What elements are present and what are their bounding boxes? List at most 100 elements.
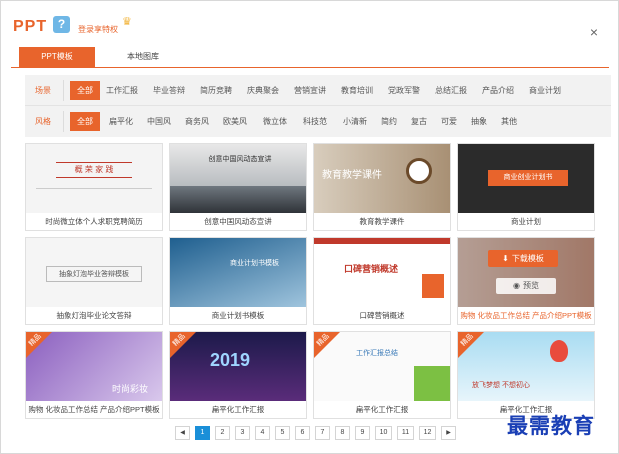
thumbnail-title: 时尚彩妆 [112,384,149,394]
style-chip[interactable]: 小清新 [343,112,367,131]
style-chip[interactable]: 简约 [381,112,397,131]
tab-local-gallery[interactable]: 本地图库 [103,47,183,67]
template-card[interactable]: 精品 工作汇报总结 扁平化工作汇报 [313,331,451,419]
template-thumbnail: ⬇ 下载模板 ◉ 预览 [458,238,594,307]
style-chip[interactable]: 欧美风 [223,112,247,131]
thumbnail-title: 商业创业计划书 [488,170,568,186]
close-button[interactable]: × [587,25,601,39]
template-thumbnail: 精品 放飞梦想 不想初心 [458,332,594,401]
template-card[interactable]: 商业创业计划书 商业计划 [457,143,595,231]
scene-chip[interactable]: 教育培训 [341,81,373,100]
style-chip[interactable]: 扁平化 [109,112,133,131]
scene-chip-all[interactable]: 全部 [70,81,100,100]
prev-page-button[interactable]: ◀ [175,426,190,440]
scene-chip[interactable]: 党政军警 [388,81,420,100]
page-button[interactable]: 10 [375,426,392,440]
scene-chip[interactable]: 商业计划 [529,81,561,100]
divider [63,111,64,132]
style-chip[interactable]: 中国风 [147,112,171,131]
thumbnail-title: 教育教学课件 [322,170,382,181]
template-thumbnail: 教育教学课件 [314,144,450,213]
divider [36,188,152,189]
template-card[interactable]: 精品 放飞梦想 不想初心 扁平化工作汇报 [457,331,595,419]
template-caption: 商业计划书模板 [211,311,265,320]
template-caption: 教育教学课件 [359,217,405,226]
template-browser-window: PPT ? 登录享特权 ♛ × PPT模板 本地图库 场景 全部 工作汇报 毕业… [0,0,619,454]
download-button[interactable]: ⬇ 下载模板 [488,250,558,267]
thumbnail-title: 商业计划书模板 [230,260,279,267]
thumbnail-title: 2019 [210,350,251,370]
template-card[interactable]: 口碑营销概述 口碑营销概述 [313,237,451,325]
template-card[interactable]: ⬇ 下载模板 ◉ 预览 购物 化妆品工作总结 产品介绍PPT模板 [457,237,595,325]
scene-chip[interactable]: 产品介绍 [482,81,514,100]
hover-overlay: ⬇ 下载模板 ◉ 预览 [458,238,594,307]
scene-chip[interactable]: 工作汇报 [106,81,138,100]
login-link[interactable]: 登录享特权 [78,24,118,35]
balloon-icon [550,340,568,362]
page-button[interactable]: 11 [397,426,414,440]
template-card[interactable]: 商业计划书模板 商业计划书模板 [169,237,307,325]
template-card[interactable]: 创意中国风动态宣讲 创意中国风动态宣讲 [169,143,307,231]
template-caption: 创意中国风动态宣讲 [204,217,272,226]
template-card[interactable]: 教育教学课件 教育教学课件 [313,143,451,231]
page-button[interactable]: 12 [419,426,436,440]
thumbnail-title: 概 荣 家 践 [56,162,132,178]
download-label: 下载模板 [511,254,544,263]
crown-icon: ♛ [122,16,132,28]
ppt-logo: PPT [13,18,48,35]
title-bar: PPT ? 登录享特权 ♛ × [1,1,619,41]
template-caption: 扁平化工作汇报 [211,405,265,414]
scene-chip[interactable]: 简历竞聘 [200,81,232,100]
thumbnail-title: 放飞梦想 不想初心 [472,382,530,389]
scene-chip[interactable]: 庆典聚会 [247,81,279,100]
style-chip[interactable]: 可爱 [441,112,457,131]
template-thumbnail: 抽象灯泡毕业答辩模板 [26,238,162,307]
template-caption: 购物 化妆品工作总结 产品介绍PPT模板 [460,311,592,320]
style-chip[interactable]: 微立体 [263,112,287,131]
template-thumbnail: 精品 工作汇报总结 [314,332,450,401]
scene-label: 场景 [35,86,51,95]
next-page-button[interactable]: ▶ [441,426,456,440]
page-button[interactable]: 2 [215,426,230,440]
page-button[interactable]: 8 [335,426,350,440]
page-button[interactable]: 7 [315,426,330,440]
tab-bar: PPT模板 本地图库 [11,47,609,68]
avatar[interactable]: ? [53,16,70,33]
template-grid: 概 荣 家 践 时尚微立体个人求职竞聘简历 创意中国风动态宣讲 创意中国风动态宣… [25,143,611,419]
thumbnail-title: 抽象灯泡毕业答辩模板 [46,266,142,282]
template-thumbnail: 精品 时尚彩妆 [26,332,162,401]
template-card[interactable]: 精品 时尚彩妆 购物 化妆品工作总结 产品介绍PPT模板 [25,331,163,419]
page-button[interactable]: 9 [355,426,370,440]
close-icon: × [589,24,599,40]
style-chip[interactable]: 抽象 [471,112,487,131]
style-filter-row: 风格 全部 扁平化 中国风 商务风 欧美风 微立体 科技范 小清新 简约 复古 … [25,106,611,137]
page-button[interactable]: 1 [195,426,210,440]
template-thumbnail: 商业计划书模板 [170,238,306,307]
style-chip-all[interactable]: 全部 [70,112,100,131]
scene-chip[interactable]: 毕业答辩 [153,81,185,100]
template-caption: 口碑营销概述 [359,311,405,320]
style-chip[interactable]: 复古 [411,112,427,131]
scene-chip[interactable]: 总结汇报 [435,81,467,100]
template-caption: 时尚微立体个人求职竞聘简历 [45,217,143,226]
preview-button[interactable]: ◉ 预览 [496,278,556,294]
template-card[interactable]: 概 荣 家 践 时尚微立体个人求职竞聘简历 [25,143,163,231]
page-button[interactable]: 6 [295,426,310,440]
style-chip[interactable]: 其他 [501,112,517,131]
template-caption: 抽象灯泡毕业论文答辩 [56,311,132,320]
template-caption: 扁平化工作汇报 [355,405,409,414]
clock-icon [406,158,432,184]
thumbnail-title: 创意中国风动态宣讲 [208,156,272,163]
template-card[interactable]: 精品 2019 扁平化工作汇报 [169,331,307,419]
page-button[interactable]: 4 [255,426,270,440]
scene-chip[interactable]: 营销宣讲 [294,81,326,100]
page-button[interactable]: 3 [235,426,250,440]
template-caption: 商业计划 [511,217,541,226]
style-chip[interactable]: 科技范 [303,112,327,131]
page-button[interactable]: 5 [275,426,290,440]
style-chip[interactable]: 商务风 [185,112,209,131]
template-thumbnail: 精品 2019 [170,332,306,401]
template-card[interactable]: 抽象灯泡毕业答辩模板 抽象灯泡毕业论文答辩 [25,237,163,325]
tab-ppt-templates[interactable]: PPT模板 [19,47,95,67]
template-thumbnail: 口碑营销概述 [314,238,450,307]
